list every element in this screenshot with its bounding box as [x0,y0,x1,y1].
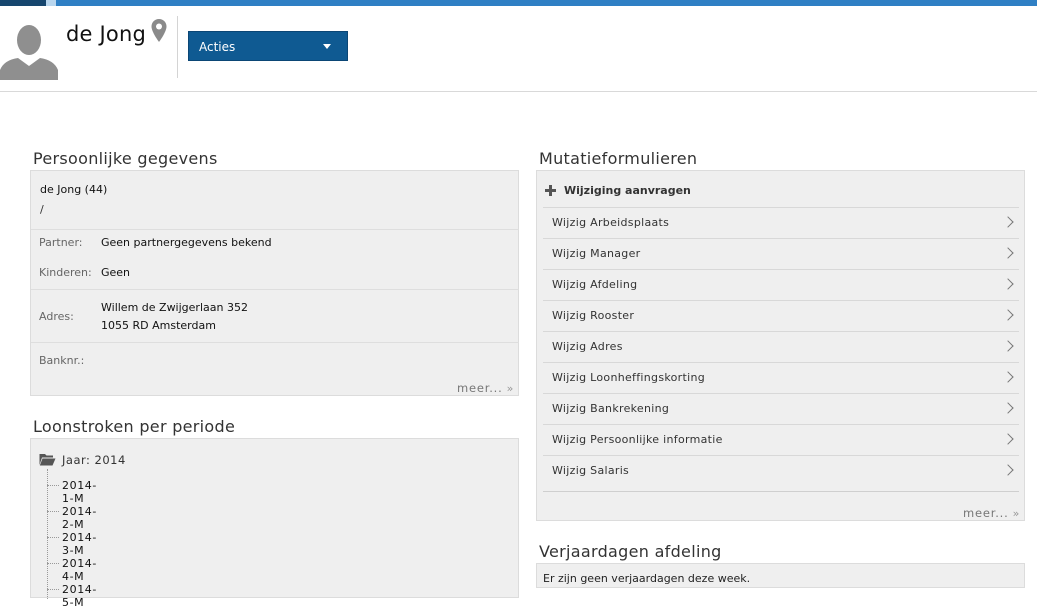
mutatie-item-persoonlijke-informatie[interactable]: Wijzig Persoonlijke informatie [543,424,1019,455]
tree-connector [47,485,59,486]
employee-name: de Jong [66,22,147,46]
chevron-right-icon [1002,309,1014,321]
mutatie-item-label: Wijzig Arbeidsplaats [552,216,670,229]
tree-jaar-2014[interactable]: Jaar: 2014 [62,453,126,467]
adres-line-1: Willem de Zwijgerlaan 352 [101,301,248,314]
folder-open-icon[interactable] [39,453,56,466]
divider [31,289,519,290]
divider [31,342,519,343]
tree-connector [47,511,59,512]
mutatie-item-adres[interactable]: Wijzig Adres [543,331,1019,362]
acties-label: Acties [199,40,236,54]
chevron-right-icon [1002,216,1014,228]
adres-label: Adres: [39,310,74,323]
double-chevron-right-icon: » [1012,507,1021,520]
location-pin-icon[interactable] [150,18,168,44]
chevron-right-icon [1002,340,1014,352]
partner-value: Geen partnergegevens bekend [101,236,272,249]
mutatieformulieren-panel: Wijziging aanvragen Wijzig Arbeidsplaats… [536,170,1025,521]
meer-label: meer... [963,506,1009,520]
chevron-right-icon [1002,433,1014,445]
name-age: de Jong (44) [40,183,108,196]
period-label: 2014-5-M [62,583,97,609]
verjaardagen-title: Verjaardagen afdeling [539,542,722,561]
profile-header: de Jong Acties [0,6,1037,92]
divider [31,229,519,230]
kinderen-label: Kinderen: [39,266,92,279]
mutatie-item-label: Wijzig Adres [552,340,623,353]
mutatie-item-label: Wijzig Persoonlijke informatie [552,433,723,446]
verjaardagen-text: Er zijn geen verjaardagen deze week. [543,572,751,585]
mutatie-item-manager[interactable]: Wijzig Manager [543,238,1019,269]
mutatie-item-label: Wijzig Manager [552,247,641,260]
banknr-label: Banknr.: [39,354,85,367]
mutatie-item-label: Wijzig Bankrekening [552,402,670,415]
meer-label: meer... [457,381,503,395]
period-label: 2014-1-M [62,479,97,505]
chevron-right-icon [1002,464,1014,476]
persoonlijk-meer-link[interactable]: meer...» [457,381,514,395]
mutatie-item-label: Wijzig Rooster [552,309,635,322]
avatar [0,22,58,80]
mutatie-meer-link[interactable]: meer...» [963,506,1020,520]
mutatie-item-bankrekening[interactable]: Wijzig Bankrekening [543,393,1019,424]
name-slash: / [40,203,44,216]
chevron-right-icon [1002,371,1014,383]
mutatie-item-loonheffingskorting[interactable]: Wijzig Loonheffingskorting [543,362,1019,393]
partner-label: Partner: [39,236,83,249]
tree-connector [47,537,59,538]
mutatie-item-salaris[interactable]: Wijzig Salaris [543,455,1019,486]
tree-connector [47,589,59,590]
tree-guide-line [47,469,48,599]
persoonlijke-gegevens-title: Persoonlijke gegevens [33,149,218,168]
verjaardagen-panel: Er zijn geen verjaardagen deze week. [536,563,1025,588]
mutatie-item-label: Wijzig Loonheffingskorting [552,371,706,384]
mutatie-item-label: Wijzig Salaris [552,464,630,477]
mutatie-item-afdeling[interactable]: Wijzig Afdeling [543,269,1019,300]
chevron-right-icon [1002,247,1014,259]
double-chevron-right-icon: » [506,382,515,395]
period-label: 2014-3-M [62,531,97,557]
caret-down-icon [323,44,331,49]
divider [543,491,1019,492]
acties-dropdown[interactable]: Acties [188,31,348,61]
header-divider [177,16,178,78]
loonstroken-title: Loonstroken per periode [33,417,236,436]
mutatie-item-rooster[interactable]: Wijzig Rooster [543,300,1019,331]
persoonlijke-gegevens-panel: de Jong (44) / Partner: Geen partnergege… [30,170,519,396]
mutatieformulieren-title: Mutatieformulieren [539,149,698,168]
tree-connector [47,563,59,564]
mutatie-item-label: Wijzig Afdeling [552,278,638,291]
adres-line-2: 1055 RD Amsterdam [101,319,216,332]
chevron-right-icon [1002,278,1014,290]
wijziging-aanvragen-label: Wijziging aanvragen [564,184,691,197]
loonstroken-panel: Jaar: 2014 2014-1-M 2014-2-M 2014-3-M 20… [30,438,519,609]
plus-icon [545,185,556,196]
chevron-right-icon [1002,402,1014,414]
mutatie-item-arbeidsplaats[interactable]: Wijzig Arbeidsplaats [543,207,1019,238]
period-label: 2014-2-M [62,505,97,531]
kinderen-value: Geen [101,266,131,279]
period-label: 2014-4-M [62,557,97,583]
